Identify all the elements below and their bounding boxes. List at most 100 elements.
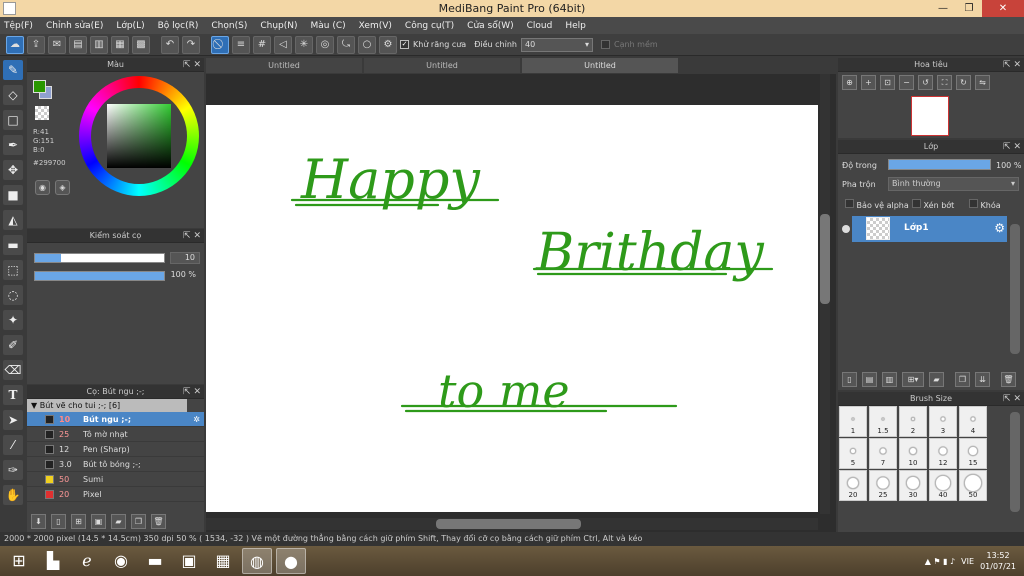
new-halftone-layer-icon[interactable]: ▤ xyxy=(862,371,877,387)
brush-size-cell[interactable]: 40 xyxy=(929,470,957,501)
grid-icon[interactable]: ▩ xyxy=(132,35,150,54)
rect-select-tool-icon[interactable]: □ xyxy=(3,110,23,130)
transparent-color-swatch[interactable] xyxy=(35,106,49,120)
internet-explorer-icon[interactable]: ℯ xyxy=(72,548,102,574)
brush-size-cell[interactable]: 2 xyxy=(899,406,927,437)
panel-float-close-icon[interactable]: ⇱ ✕ xyxy=(1003,58,1021,72)
layer-visibility-icon[interactable] xyxy=(842,225,850,233)
canvas-area[interactable]: Happy Brithday to me xyxy=(206,74,836,532)
menu-filter[interactable]: Bộ lọc(R) xyxy=(158,21,199,31)
panel-float-close-icon[interactable]: ⇱ ✕ xyxy=(183,58,201,72)
page-icon[interactable]: ▥ xyxy=(90,35,108,54)
zoom-out-icon[interactable]: − xyxy=(899,75,914,90)
fit-window-icon[interactable]: ⛶ xyxy=(937,75,952,90)
snap-curve-icon[interactable]: ⤿ xyxy=(337,35,355,54)
palette-add-icon[interactable]: ◈ xyxy=(55,180,70,195)
app-circle-icon[interactable]: ◍ xyxy=(242,548,272,574)
tray-icons[interactable]: ▲ ⚑ ▮ ♪ xyxy=(925,557,955,566)
bucket-tool-icon[interactable]: ◭ xyxy=(3,210,23,230)
brush-item[interactable]: 50 Sumi xyxy=(27,472,204,487)
snap-off-icon[interactable]: ⃠ xyxy=(211,35,229,54)
layer-item[interactable]: Lớp1 ⚙ xyxy=(852,216,1007,242)
lock-checkbox[interactable]: Khóa xyxy=(969,199,1001,210)
maximize-button[interactable]: ❐ xyxy=(956,0,982,17)
duplicate-layer-icon[interactable]: ❐ xyxy=(955,371,970,387)
menu-view[interactable]: Xem(V) xyxy=(359,21,392,31)
brush-size-cell[interactable]: 3 xyxy=(929,406,957,437)
download-brush-icon[interactable]: ⬇ xyxy=(31,513,46,529)
snap-perspective-icon[interactable]: ◁ xyxy=(274,35,292,54)
redo-icon[interactable]: ↷ xyxy=(182,35,200,54)
panel-float-close-icon[interactable]: ⇱ ✕ xyxy=(1003,140,1021,154)
saturation-value-square[interactable] xyxy=(107,104,171,168)
new-brush-icon[interactable]: ▯ xyxy=(51,513,66,529)
brush-size-cell[interactable]: 10 xyxy=(899,438,927,469)
rotate-left-icon[interactable]: ↺ xyxy=(918,75,933,90)
add-layer-menu-icon[interactable]: ⊞▾ xyxy=(902,371,924,387)
blend-mode-select[interactable]: Bình thường xyxy=(888,177,1019,191)
share-icon[interactable]: ⇪ xyxy=(27,35,45,54)
layer-opacity-slider[interactable] xyxy=(888,159,991,170)
clipping-checkbox[interactable]: Xén bớt xyxy=(912,199,954,210)
snap-circle-icon[interactable]: ◎ xyxy=(316,35,334,54)
pages-icon[interactable]: ▦ xyxy=(111,35,129,54)
flip-icon[interactable]: ⇋ xyxy=(975,75,990,90)
brush-size-cell[interactable]: 12 xyxy=(929,438,957,469)
app-grid-icon[interactable]: ▦ xyxy=(208,548,238,574)
brush-item[interactable]: 12 Pen (Sharp) xyxy=(27,442,204,457)
antialias-checkbox[interactable]: ✓ xyxy=(400,40,409,49)
new-layer-icon[interactable]: ▯ xyxy=(842,371,857,387)
menu-color[interactable]: Màu (C) xyxy=(311,21,346,31)
bluestacks-icon[interactable]: ▙ xyxy=(38,548,68,574)
brush-size-scrollbar[interactable] xyxy=(1010,412,1020,512)
correction-select[interactable]: 40 xyxy=(520,37,593,52)
snap-ellipse-icon[interactable]: ○ xyxy=(358,35,376,54)
brush-size-cell[interactable]: 25 xyxy=(869,470,897,501)
duplicate-icon[interactable]: ❐ xyxy=(131,513,146,529)
delete-layer-icon[interactable]: 🗑 xyxy=(1001,371,1016,387)
new-1bit-layer-icon[interactable]: ▥ xyxy=(882,371,897,387)
brush-size-cell[interactable]: 1 xyxy=(839,406,867,437)
palette-icon[interactable]: ◉ xyxy=(35,180,50,195)
menu-help[interactable]: Help xyxy=(565,21,586,31)
eyedropper-tool-icon[interactable]: ✑ xyxy=(3,460,23,480)
brush-size-cell[interactable]: 30 xyxy=(899,470,927,501)
color-wheel[interactable] xyxy=(79,76,199,196)
brush-size-cell[interactable]: 4 xyxy=(959,406,987,437)
snap-parallel-icon[interactable]: ≡ xyxy=(232,35,250,54)
text-tool-icon[interactable]: T xyxy=(3,385,23,405)
rotate-right-icon[interactable]: ↻ xyxy=(956,75,971,90)
brush-opacity-slider[interactable] xyxy=(34,271,165,281)
copy-brush-icon[interactable]: ▣ xyxy=(91,513,106,529)
operation-tool-icon[interactable]: ➤ xyxy=(3,410,23,430)
pen-tool-icon[interactable]: ✒ xyxy=(3,135,23,155)
brush-size-cell[interactable]: 50 xyxy=(959,470,987,501)
clock[interactable]: 13:52 01/07/21 xyxy=(980,550,1016,572)
tab-untitled-1[interactable]: Untitled xyxy=(206,58,362,73)
delete-brush-icon[interactable]: 🗑 xyxy=(151,513,166,529)
menu-cloud[interactable]: Cloud xyxy=(527,21,553,31)
dropper-tool-icon[interactable]: ⁄ xyxy=(3,435,23,455)
select-pen-tool-icon[interactable]: ✐ xyxy=(3,335,23,355)
brush-size-slider[interactable] xyxy=(34,253,165,263)
brush-item[interactable]: 10 Bút ngu ;-; ✲ xyxy=(27,412,204,427)
menu-window[interactable]: Cửa sổ(W) xyxy=(467,21,513,31)
tab-untitled-2[interactable]: Untitled xyxy=(364,58,520,73)
layer-scrollbar[interactable] xyxy=(1010,224,1020,354)
hand-tool-icon[interactable]: ✋ xyxy=(3,485,23,505)
lasso-tool-icon[interactable]: ◌ xyxy=(3,285,23,305)
menu-file[interactable]: Tệp(F) xyxy=(4,21,33,31)
medibang-taskbar-icon[interactable]: ● xyxy=(276,548,306,574)
chrome-icon[interactable]: ◉ xyxy=(106,548,136,574)
snap-settings-icon[interactable]: ⚙ xyxy=(379,35,397,54)
menu-tools[interactable]: Công cụ(T) xyxy=(405,21,454,31)
tab-untitled-3[interactable]: Untitled xyxy=(522,58,678,73)
zoom-in-icon[interactable]: + xyxy=(861,75,876,90)
layer-settings-icon[interactable]: ⚙ xyxy=(994,221,1005,235)
eraser-tool-icon[interactable]: ◇ xyxy=(3,85,23,105)
brush-item[interactable]: 20 Pixel xyxy=(27,487,204,502)
file-explorer-icon[interactable]: ▬ xyxy=(140,548,170,574)
fill-rect-tool-icon[interactable]: ■ xyxy=(3,185,23,205)
snap-radial-icon[interactable]: ✳ xyxy=(295,35,313,54)
drawing-canvas[interactable]: Happy Brithday to me xyxy=(206,105,818,512)
